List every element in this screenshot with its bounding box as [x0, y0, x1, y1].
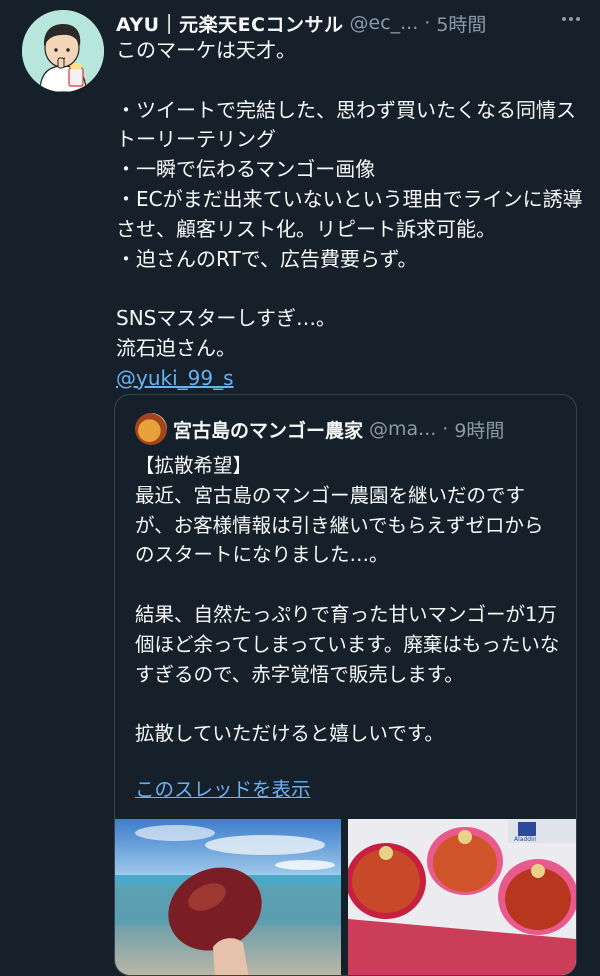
quoted-author-name[interactable]: 宮古島のマンゴー農家 — [173, 416, 363, 443]
author-name[interactable]: AYU｜元楽天ECコンサル — [116, 10, 344, 37]
quoted-tweet[interactable]: 宮古島のマンゴー農家 @ma... · 9時間 【拡散希望】 最近、宮古島のマン… — [114, 394, 577, 976]
quoted-tweet-text: 【拡散希望】 最近、宮古島のマンゴー農園を継いだのですが、お客様情報は引き継いで… — [135, 454, 560, 746]
avatar-illustration — [22, 10, 104, 92]
tweet-header: AYU｜元楽天ECコンサル @ec_... · 5時間 — [116, 8, 586, 38]
media-image-boxed-mangoes[interactable]: Aladdin — [348, 819, 576, 975]
mention-link[interactable]: @yuki_99_s — [116, 366, 234, 390]
more-options-icon-glyph — [562, 17, 580, 21]
quoted-author-handle[interactable]: @ma... — [369, 418, 436, 440]
author-handle[interactable]: @ec_... — [350, 12, 419, 34]
separator-dot: · — [424, 12, 431, 34]
quoted-author-avatar[interactable] — [135, 413, 167, 445]
quoted-tweet-header: 宮古島のマンゴー農家 @ma... · 9時間 — [173, 413, 504, 445]
box-logo-text: Aladdin — [514, 836, 537, 843]
tweet-body: このマーケは天才。 ・ツイートで完結した、思わず買いたくなる同情ストーリーテリン… — [116, 36, 586, 394]
more-options-icon[interactable] — [560, 8, 582, 35]
media-image-beach-mango[interactable] — [115, 819, 341, 975]
quoted-timestamp[interactable]: 9時間 — [454, 416, 504, 443]
show-thread-link[interactable]: このスレッドを表示 — [135, 773, 311, 802]
author-avatar[interactable] — [22, 10, 104, 92]
quoted-separator-dot: · — [442, 418, 449, 440]
tweet-timestamp[interactable]: 5時間 — [436, 10, 486, 37]
beach-mango-photo — [115, 825, 341, 975]
tweet-text: このマーケは天才。 ・ツイートで完結した、思わず買いたくなる同情ストーリーテリン… — [116, 38, 583, 360]
boxed-mangoes-photo: Aladdin — [348, 819, 576, 975]
